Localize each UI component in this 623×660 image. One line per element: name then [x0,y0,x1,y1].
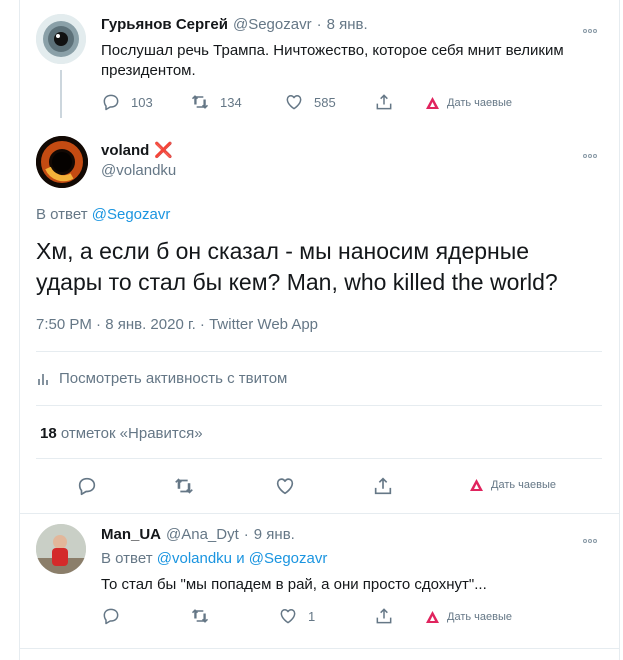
activity-icon [38,373,48,385]
reply-prefix: В ответ [101,550,153,567]
activity-label: Посмотреть активность с твитом [59,370,288,387]
thread-line [60,70,62,118]
like-icon [276,478,294,495]
tip-button[interactable]: Дать чаевые [470,479,556,491]
author-handle[interactable]: @Segozavr [233,16,312,33]
retweet-icon [191,609,209,623]
share-icon [376,94,392,110]
more-icon[interactable] [583,20,601,33]
avatar[interactable] [36,136,88,188]
retweet-button[interactable]: 134 [190,92,242,112]
likes-label: отметок «Нравится» [60,425,203,442]
tip-button[interactable]: Дать чаевые [426,611,512,623]
author-handle[interactable]: @Ana_Dyt [166,526,239,543]
share-icon [376,608,392,624]
reply-to-link[interactable]: @Segozavr [92,206,171,223]
retweet-icon [175,478,193,494]
reply-to-link[interactable]: @volandku [157,550,232,567]
reply-count: 103 [131,94,153,110]
author-name[interactable]: Man_UA [101,526,161,543]
author-name[interactable]: voland [101,142,149,159]
reply-context: В ответ @volandku и @Segozavr [101,550,327,567]
name-badge: ❌ [154,142,174,159]
share-button[interactable] [374,606,394,626]
reply-button[interactable] [101,606,121,626]
reply-icon [103,608,119,625]
tweet-date[interactable]: 8 янв. [327,16,368,33]
tweet-timestamp[interactable]: 7:50 PM · 8 янв. 2020 г. · Twitter Web A… [36,316,318,333]
like-count: 585 [314,94,336,110]
author-handle[interactable]: @volandku [101,162,176,179]
reply-icon [103,94,119,111]
reply-prefix: В ответ [36,206,88,223]
tweet-text: Послушал речь Трампа. Ничтожество, котор… [101,42,564,79]
retweet-button[interactable] [173,475,195,497]
reply-button[interactable]: 103 [101,92,153,112]
like-button[interactable]: 585 [284,92,336,112]
divider [36,458,602,459]
share-icon [374,477,392,495]
retweet-count: 134 [220,94,242,110]
reply-and: и [236,550,245,567]
divider [20,513,620,514]
reply-to-link[interactable]: @Segozavr [249,550,328,567]
tip-label: Дать чаевые [447,611,512,623]
retweet-button[interactable] [190,606,210,626]
separator: · [316,16,322,33]
child-photo-avatar-image [36,524,86,574]
like-count: 1 [308,608,316,624]
like-button[interactable] [274,475,296,497]
tweet-text: Хм, а если б он сказал - мы наносим ядер… [36,238,558,295]
likes-summary[interactable]: 18 отметок «Нравится» [40,425,203,442]
view-activity-link[interactable]: Посмотреть активность с твитом [36,370,287,387]
more-icon[interactable] [583,145,601,158]
tip-label: Дать чаевые [447,97,512,109]
tip-icon [470,479,483,491]
tip-button[interactable]: Дать чаевые [426,97,512,109]
avatar[interactable] [36,524,86,574]
reply-context: В ответ @Segozavr [36,206,170,223]
divider [36,351,602,352]
share-button[interactable] [374,92,394,112]
separator: · [243,526,249,543]
reply-button[interactable] [76,475,98,497]
tip-label: Дать чаевые [491,479,556,491]
eye-avatar-image [36,14,86,64]
divider [20,648,620,649]
like-icon [286,95,302,110]
tip-icon [426,611,439,623]
black-hole-avatar-image [36,136,88,188]
retweet-icon [191,95,209,109]
reply-icon [78,477,96,496]
like-icon [280,609,296,624]
likes-count: 18 [40,425,57,442]
share-button[interactable] [372,475,394,497]
author-name[interactable]: Гурьянов Сергей [101,16,228,33]
tweet-text: То стал бы "мы попадем в рай, а они прос… [101,576,487,593]
avatar[interactable] [36,14,86,64]
tweet-date[interactable]: 9 янв. [254,526,295,543]
tip-icon [426,97,439,109]
more-icon[interactable] [583,530,601,543]
like-button[interactable]: 1 [278,606,315,626]
divider [36,405,602,406]
